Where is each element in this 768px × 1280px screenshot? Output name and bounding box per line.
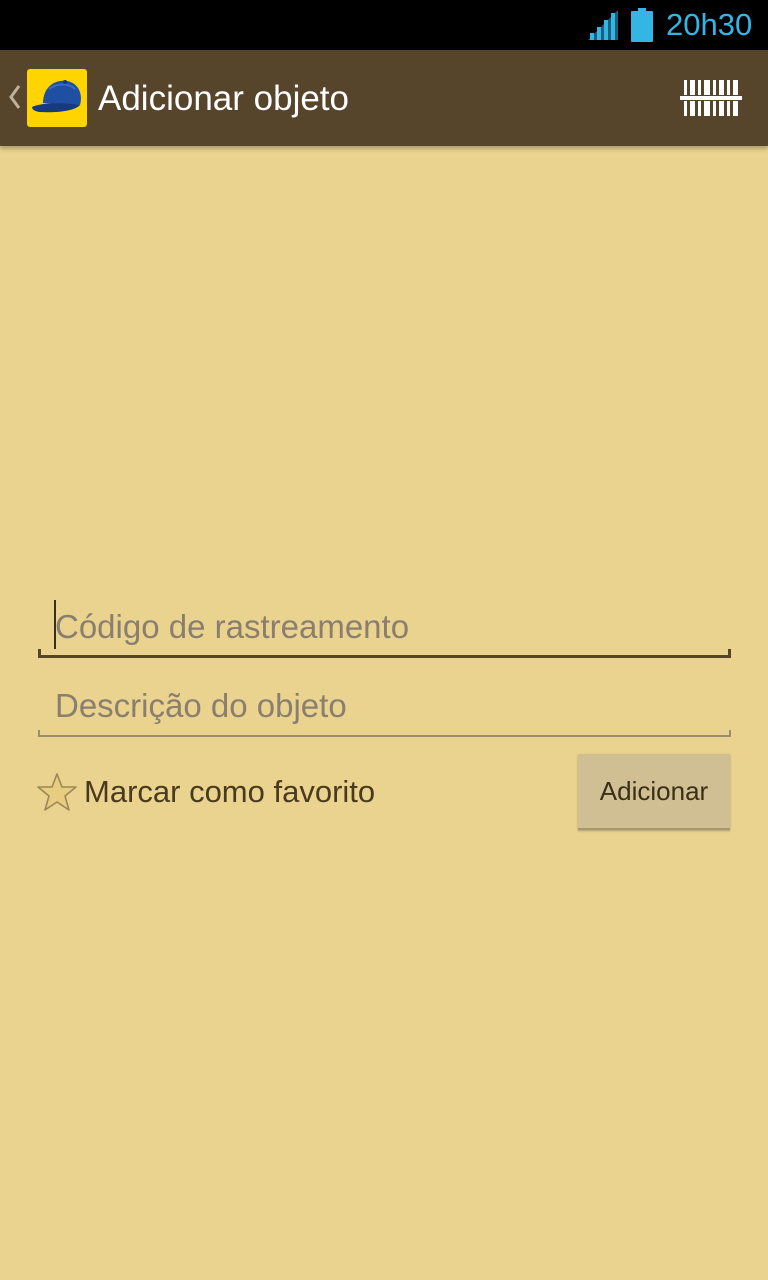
action-bar: Adicionar objeto	[0, 50, 768, 146]
description-input[interactable]	[38, 682, 731, 730]
text-cursor	[54, 600, 56, 649]
battery-icon	[631, 8, 653, 42]
status-time: 20h30	[666, 7, 753, 42]
favorite-label: Marcar como favorito	[84, 774, 376, 809]
signal-icon	[588, 10, 618, 40]
star-icon[interactable]	[37, 772, 77, 812]
description-underline	[38, 730, 731, 737]
app-cap-icon[interactable]	[27, 69, 87, 127]
barcode-scan-icon	[680, 80, 742, 116]
page-title: Adicionar objeto	[98, 79, 349, 118]
description-field[interactable]	[38, 682, 731, 737]
tracking-code-input[interactable]	[38, 603, 731, 651]
tracking-code-underline	[38, 649, 731, 658]
add-button[interactable]: Adicionar	[578, 754, 730, 830]
status-bar: 20h30	[0, 0, 768, 50]
barcode-scan-button[interactable]	[666, 68, 756, 128]
up-caret-icon[interactable]	[4, 80, 24, 114]
tracking-code-field[interactable]	[38, 600, 731, 658]
favorite-checkbox[interactable]: Marcar como favorito	[37, 770, 375, 814]
